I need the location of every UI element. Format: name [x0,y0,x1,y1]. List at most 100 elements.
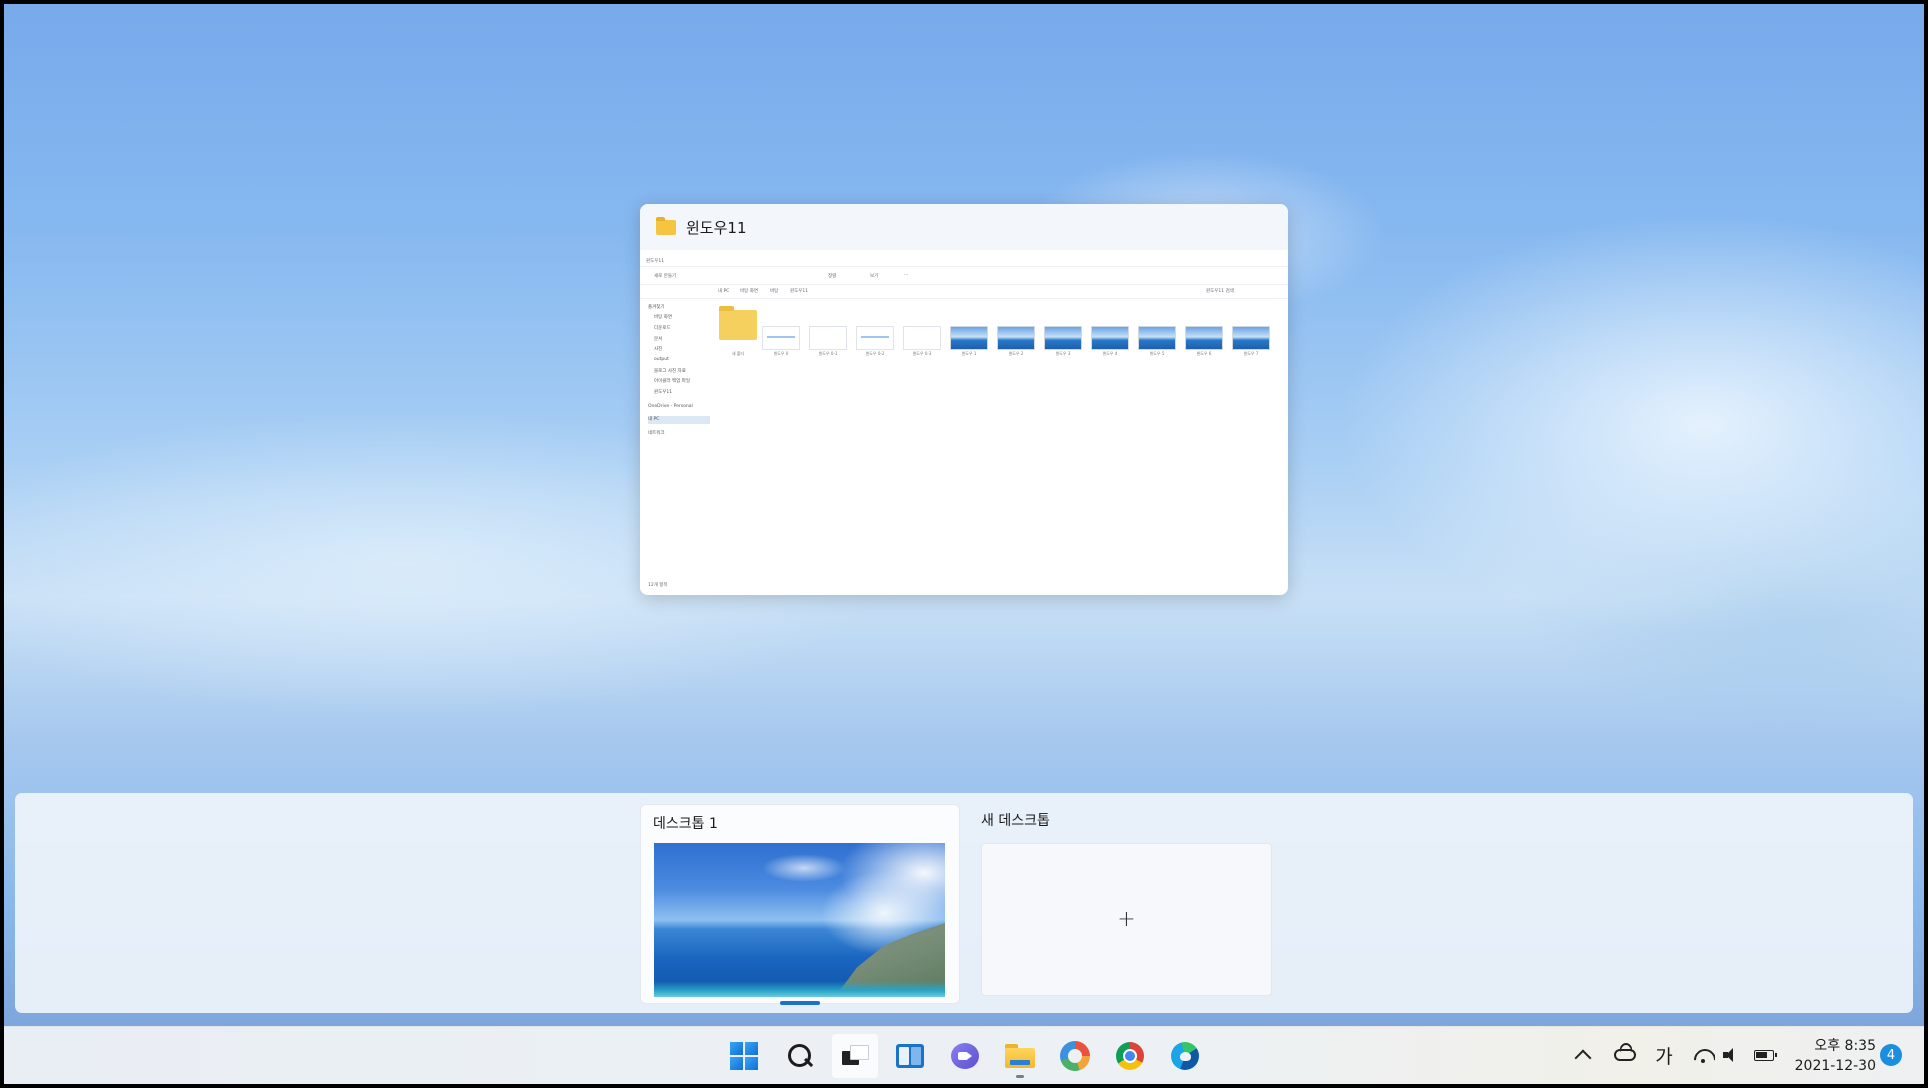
chevron-up-icon [1574,1049,1592,1067]
widgets-button[interactable] [887,1034,933,1078]
windows-logo-icon [730,1042,758,1070]
search-icon [785,1042,813,1070]
mini-path-pc: 내 PC [718,289,730,294]
mini-file-label: 윈도우 1 [961,351,977,356]
folder-icon [656,216,676,235]
mini-divider [640,298,1288,299]
mini-nav-item: 다운로드 [654,326,671,331]
screen: 윈도우11 윈도우11 새로 만들기 정렬 보기 ··· 내 PC 바탕 화면 … [0,0,1928,1088]
mini-file-thumb [997,326,1035,350]
mini-file-thumb [1185,326,1223,350]
cloud-icon [1614,1049,1636,1061]
mini-folder-icon [719,306,757,340]
desktop-1-card[interactable]: 데스크톱 1 [640,804,960,1004]
clock-button[interactable]: 오후 8:35 2021-12-30 [1784,1034,1876,1078]
mini-nav-item: 사진 [654,347,663,352]
edge-button[interactable] [1162,1034,1208,1078]
window-preview-title: 윈도우11 [686,218,747,237]
chrome-icon [1116,1042,1144,1070]
mini-path-base: 바탕 [770,289,779,294]
mini-toolbar-new: 새로 만들기 [654,274,677,279]
file-explorer-icon [1005,1044,1035,1068]
desktop-1-label: 데스크톱 1 [653,816,718,832]
chat-button[interactable] [942,1034,988,1078]
mini-nav-pane: 즐겨찾기 바탕 화면 다운로드 문서 사진 output 블로그 사진 자료 아… [642,304,710,444]
navigation-app-button[interactable] [1052,1034,1098,1078]
mini-file-label: 윈도우 3 [1055,351,1071,356]
mini-file-label: 윈도우 0-1 [818,351,838,356]
mini-nav-item: 네트워크 [648,431,665,436]
mini-file-label: 윈도우 0-2 [865,351,885,356]
start-button[interactable] [721,1034,767,1078]
running-indicator [1016,1075,1024,1078]
mini-status-bar: 12개 항목 [648,583,668,588]
mini-path-folder: 윈도우11 [790,289,809,294]
mini-divider [640,284,1288,285]
thumbnail-shore [654,981,945,997]
mini-file-label: 새 폴더 [731,351,745,356]
input-method-button[interactable]: 가 [1652,1040,1676,1070]
mini-file-thumb [1091,326,1129,350]
mini-nav-item: 윈도우11 [654,390,673,395]
widgets-icon [896,1044,924,1068]
edge-icon [1171,1042,1199,1070]
mini-nav-item: 문서 [654,337,663,342]
mini-file-label: 윈도우 0-3 [912,351,932,356]
mini-nav-item: OneDrive - Personal [648,404,693,409]
battery-icon [1754,1049,1777,1061]
mini-file-label: 윈도우 4 [1102,351,1118,356]
new-desktop-label: 새 데스크톱 [981,813,1050,829]
active-desktop-indicator [780,1001,820,1005]
mini-path-desktop: 바탕 화면 [740,289,758,294]
virtual-desktops-panel [15,793,1913,1013]
speaker-icon [1723,1048,1739,1062]
mini-nav-item-selected: 내 PC [648,416,710,424]
mini-search-box: 윈도우11 검색 [1206,289,1234,294]
search-button[interactable] [776,1034,822,1078]
window-preview-titlebar: 윈도우11 [640,204,1288,250]
task-view-icon [842,1045,869,1067]
clock-time: 오후 8:35 [1814,1038,1876,1054]
network-button[interactable] [1692,1040,1716,1070]
task-view-button[interactable] [832,1034,878,1078]
mini-file-thumb [950,326,988,350]
mini-file-thumb [1232,326,1270,350]
ime-indicator: 가 [1655,1045,1673,1068]
mini-file-label: 윈도우 7 [1243,351,1259,356]
window-preview-file-explorer[interactable]: 윈도우11 윈도우11 새로 만들기 정렬 보기 ··· 내 PC 바탕 화면 … [640,204,1288,595]
mini-file-label: 윈도우 6 [1196,351,1212,356]
mini-nav-item: 즐겨찾기 [648,305,665,310]
file-explorer-button[interactable] [997,1034,1043,1078]
desktop-1-thumbnail[interactable] [654,843,945,997]
mini-file-thumb [1044,326,1082,350]
clock-date: 2021-12-30 [1794,1058,1876,1074]
mini-divider [640,266,1288,267]
mini-nav-item: 블로그 사진 자료 [654,369,686,374]
mini-nav-item: 아이클라 백업 파일 [654,379,690,384]
mini-file-thumb [1138,326,1176,350]
window-preview-content: 윈도우11 새로 만들기 정렬 보기 ··· 내 PC 바탕 화면 바탕 윈도우… [640,250,1288,595]
mini-breadcrumb-title: 윈도우11 [646,259,665,264]
mini-nav-item: 바탕 화면 [654,315,672,320]
mini-file-label: 윈도우 2 [1008,351,1024,356]
battery-button[interactable] [1750,1040,1778,1070]
mini-file-thumb [762,326,800,350]
mini-file-label: 윈도우 5 [1149,351,1165,356]
chrome-button[interactable] [1107,1034,1153,1078]
onedrive-button[interactable] [1610,1040,1640,1070]
new-desktop-button[interactable]: + [981,843,1272,996]
mini-file-thumb [903,326,941,350]
mini-toolbar-more: ··· [904,273,909,278]
volume-button[interactable] [1720,1040,1742,1070]
mini-toolbar-view: 보기 [870,274,879,279]
navigation-app-icon [1060,1041,1090,1071]
chat-icon [951,1043,979,1069]
plus-icon: + [1117,907,1136,932]
show-hidden-icons-button[interactable] [1572,1040,1594,1070]
mini-file-label: 윈도우 0 [773,351,789,356]
mini-file-thumb [809,326,847,350]
mini-file-thumb [856,326,894,350]
mini-nav-item: output [654,357,669,362]
mini-toolbar-sort: 정렬 [828,274,837,279]
notification-count-badge[interactable]: 4 [1880,1044,1902,1066]
